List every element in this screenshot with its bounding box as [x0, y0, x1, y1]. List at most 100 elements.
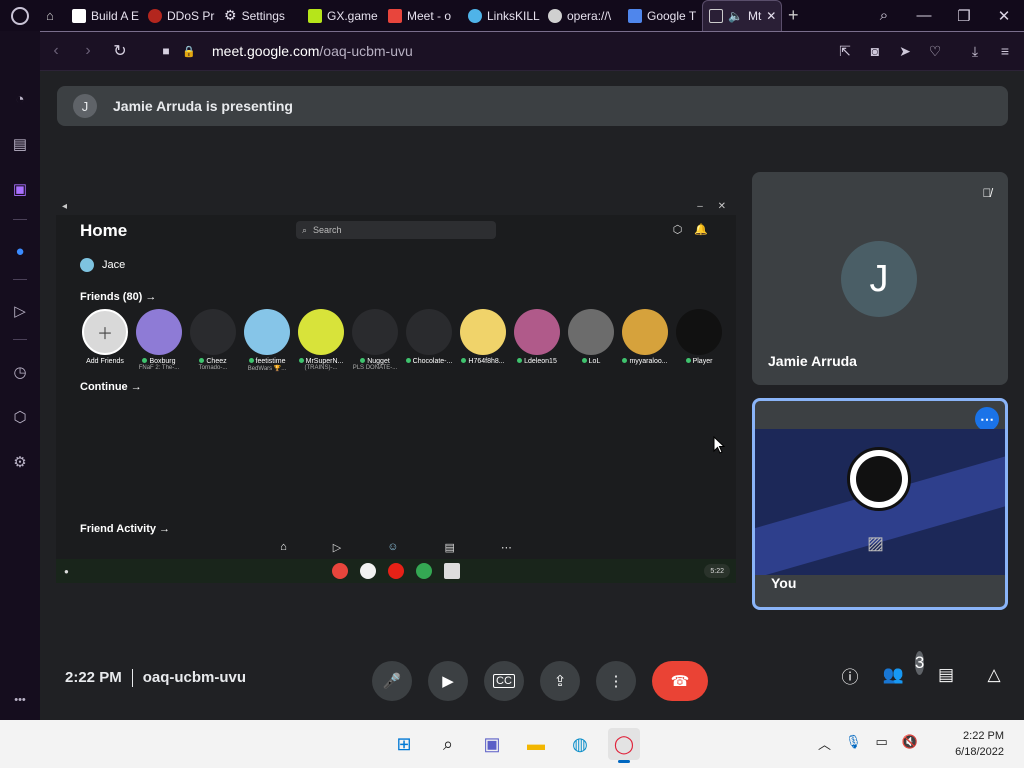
search-tabs-icon[interactable]: ⌕: [864, 0, 904, 31]
globe-icon: [548, 8, 562, 23]
search-button[interactable]: ⌕: [432, 728, 464, 760]
self-video: ▨: [755, 429, 1005, 575]
tab-google-translate[interactable]: Google T: [622, 0, 702, 31]
leave-call-button[interactable]: ☎: [652, 661, 708, 701]
friend-name-text: H764f8h8...: [468, 358, 505, 365]
opera-menu-button[interactable]: [0, 0, 40, 31]
online-dot: [199, 358, 205, 363]
gx-games-icon: [308, 8, 322, 23]
meeting-details-button[interactable]: ⓘ: [838, 663, 862, 687]
tab-meet-active[interactable]: 🔈 Mt ✕: [702, 0, 782, 31]
speed-dial-icon[interactable]: ◔: [10, 89, 30, 109]
chat-button[interactable]: ▤: [934, 663, 958, 687]
microphone-button[interactable]: 🎤: [372, 661, 412, 701]
friend-item: Player: [674, 309, 724, 365]
participant-tile-presenter[interactable]: 🎙̸ J Jamie Arruda: [752, 172, 1008, 385]
friend-item: MrSuperN... (TRAINS)-...: [296, 309, 346, 371]
heart-icon[interactable]: ♡: [922, 38, 948, 64]
show-hidden-icons-icon[interactable]: ︿: [818, 734, 831, 753]
more-sidebar-icon[interactable]: •••: [10, 690, 30, 710]
linkskill-icon: [468, 8, 482, 23]
taskbar-clock[interactable]: 2:22 PM 6/18/2022: [955, 728, 1004, 760]
lock-icon[interactable]: 🔒: [182, 35, 196, 67]
camera-button[interactable]: ▶: [428, 661, 468, 701]
friend-name: LoL: [566, 358, 616, 365]
side-panel-controls: ⓘ 👥 3 ▤ △: [838, 651, 1006, 687]
friend-name: Boxburg: [134, 358, 184, 365]
participant-tile-self[interactable]: ⋯ ▨ You: [752, 398, 1008, 610]
close-tab-icon[interactable]: ✕: [766, 9, 776, 23]
sidebar-divider: [13, 219, 27, 220]
tab-linkskill[interactable]: LinksKILL: [462, 0, 542, 31]
opera-gx-taskbar-icon[interactable]: ◯: [608, 728, 640, 763]
settings-gear-icon[interactable]: ⚙: [10, 452, 30, 472]
send-icon[interactable]: ➤: [892, 38, 918, 64]
friend-name: Add Friends: [86, 358, 124, 365]
close-window-icon[interactable]: ✕: [984, 0, 1024, 31]
gx-controller-icon[interactable]: ⌂: [40, 0, 66, 31]
network-icon[interactable]: ▭: [876, 734, 888, 753]
google-translate-icon: [628, 8, 642, 23]
tab-opera-url[interactable]: opera://\: [542, 0, 622, 31]
tab-label: GX.game: [327, 8, 378, 23]
shared-screen[interactable]: ◂ – ✕ Home ⌕ Search ⬡ 🔔 Jace Friends (80) …: [56, 201, 736, 583]
extensions-icon[interactable]: ⬡: [10, 407, 30, 427]
reload-button[interactable]: ↻: [104, 35, 136, 67]
url-field[interactable]: meet.google.com/oaq-ucbm-uvu: [212, 43, 413, 59]
youtube-icon: [388, 563, 404, 579]
share-icon[interactable]: ⇱: [832, 38, 858, 64]
microphone-tray-icon[interactable]: 🎙: [845, 734, 862, 753]
tab-label: Meet - o: [407, 8, 452, 23]
gear-icon: ⚙: [224, 7, 237, 23]
camera-indicator-icon[interactable]: ■: [150, 35, 182, 67]
present-button[interactable]: ⇪: [540, 661, 580, 701]
tab-build-a[interactable]: Build A E: [66, 0, 142, 31]
robux-icon: ⬡: [672, 224, 683, 236]
download-icon[interactable]: ⤓: [962, 38, 988, 64]
snapshot-icon[interactable]: ◙: [862, 38, 888, 64]
history-icon[interactable]: ◷: [10, 362, 30, 382]
easy-setup-icon[interactable]: ≡: [992, 38, 1018, 64]
file-explorer-icon[interactable]: ▬: [520, 728, 552, 760]
tab-meet-other[interactable]: Meet - o: [382, 0, 462, 31]
start-button[interactable]: ⊞: [388, 728, 420, 760]
taskbar-date: 6/18/2022: [955, 746, 1004, 758]
tab-settings[interactable]: ⚙ Settings: [218, 0, 302, 31]
more-options-button[interactable]: ⋮: [596, 661, 636, 701]
bell-icon: 🔔: [694, 224, 708, 236]
tab-label: opera://\: [567, 8, 612, 23]
messenger-icon[interactable]: ●: [10, 241, 30, 261]
restore-icon[interactable]: ❐: [944, 0, 984, 31]
chrome-icon: [332, 563, 348, 579]
tab-ddos[interactable]: DDoS Pr: [142, 0, 218, 31]
play-store-icon: [416, 563, 432, 579]
people-count-badge: 3: [914, 651, 925, 675]
gx-corner-icon[interactable]: ▤: [10, 134, 30, 154]
twitch-icon[interactable]: ▣: [10, 179, 30, 199]
more-options-icon[interactable]: ⋯: [975, 407, 999, 431]
tab-gx-games[interactable]: GX.game: [302, 0, 382, 31]
friend-name-text: Cheez: [206, 358, 227, 365]
video-camera-icon: ▶: [442, 673, 454, 690]
friend-status: PLS DONATE-...: [352, 365, 398, 371]
volume-muted-icon[interactable]: 🔇: [902, 734, 918, 753]
edge-icon[interactable]: ◍: [564, 728, 596, 760]
friend-name-text: Chocolate-...: [412, 358, 453, 365]
window-controls-icon: – ✕: [697, 201, 732, 212]
tab-label: LinksKILL: [487, 8, 540, 23]
new-tab-button[interactable]: +: [782, 0, 812, 31]
forward-button[interactable]: ›: [72, 35, 104, 67]
people-button[interactable]: 👥 3: [883, 651, 925, 687]
friend-status: Tornado-...: [198, 365, 228, 371]
ddos-icon: [148, 8, 162, 23]
activities-button[interactable]: △: [982, 663, 1006, 687]
minimize-icon[interactable]: —: [904, 0, 944, 31]
captions-button[interactable]: CC: [484, 661, 524, 701]
player-icon[interactable]: ▷: [10, 301, 30, 321]
teams-chat-icon[interactable]: ▣: [476, 728, 508, 760]
friend-item: ＋ Add Friends: [80, 309, 130, 365]
friend-item: LoL: [566, 309, 616, 365]
back-button[interactable]: ‹: [40, 35, 72, 67]
obs-logo-icon: [847, 447, 911, 511]
back-arrow-icon: ◂: [62, 201, 68, 212]
